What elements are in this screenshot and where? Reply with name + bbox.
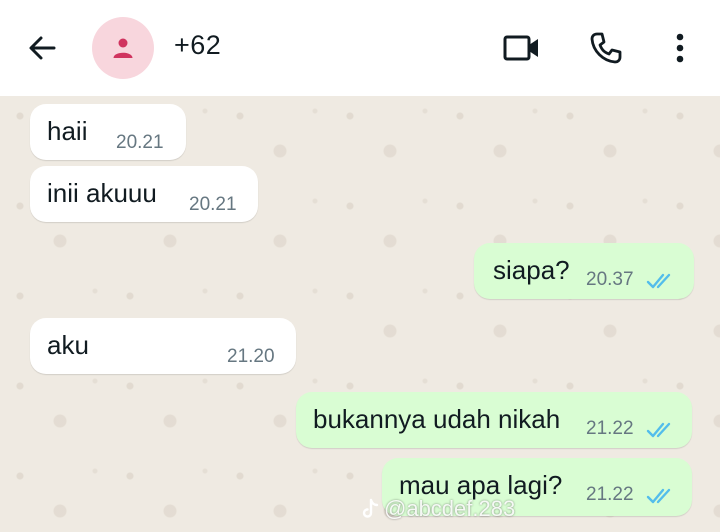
- tiktok-logo-icon: [362, 498, 379, 518]
- message-time: 20.21: [189, 194, 237, 215]
- double-check-icon: [646, 488, 671, 504]
- outgoing-message[interactable]: bukannya udah nikah 21.22: [296, 392, 692, 448]
- message-text: inii akuuu: [47, 178, 157, 208]
- chat-area[interactable]: haii 20.21 inii akuuu 20.21 siapa? 20.37…: [0, 96, 720, 532]
- watermark-handle: @abcdef.283: [384, 496, 516, 521]
- more-vertical-icon: [676, 33, 684, 63]
- message-time: 20.21: [116, 132, 164, 153]
- back-button[interactable]: [24, 30, 60, 66]
- person-icon: [113, 38, 133, 58]
- watermark: @abcdef.283: [362, 496, 515, 522]
- incoming-message[interactable]: inii akuuu 20.21: [30, 166, 258, 222]
- chat-header: +62: [0, 0, 720, 96]
- incoming-message[interactable]: haii 20.21: [30, 104, 186, 160]
- more-options-button[interactable]: [660, 28, 700, 68]
- message-time: 21.22: [586, 484, 634, 505]
- message-text: haii: [47, 116, 88, 146]
- incoming-message[interactable]: aku 21.20: [30, 318, 296, 374]
- message-text: bukannya udah nikah: [313, 404, 561, 434]
- outgoing-message[interactable]: siapa? 20.37: [474, 243, 694, 299]
- message-time: 21.20: [227, 346, 275, 367]
- message-text: aku: [47, 330, 89, 360]
- message-time: 21.22: [586, 418, 634, 439]
- message-text: siapa?: [493, 255, 570, 285]
- avatar[interactable]: [92, 17, 154, 79]
- arrow-left-icon: [29, 36, 56, 60]
- double-check-icon: [646, 273, 671, 289]
- phone-icon: [590, 32, 622, 64]
- video-call-button[interactable]: [502, 28, 542, 68]
- double-check-icon: [646, 422, 671, 438]
- contact-name[interactable]: +62: [174, 30, 221, 61]
- video-camera-icon: [503, 35, 538, 61]
- voice-call-button[interactable]: [586, 28, 626, 68]
- message-time: 20.37: [586, 269, 634, 290]
